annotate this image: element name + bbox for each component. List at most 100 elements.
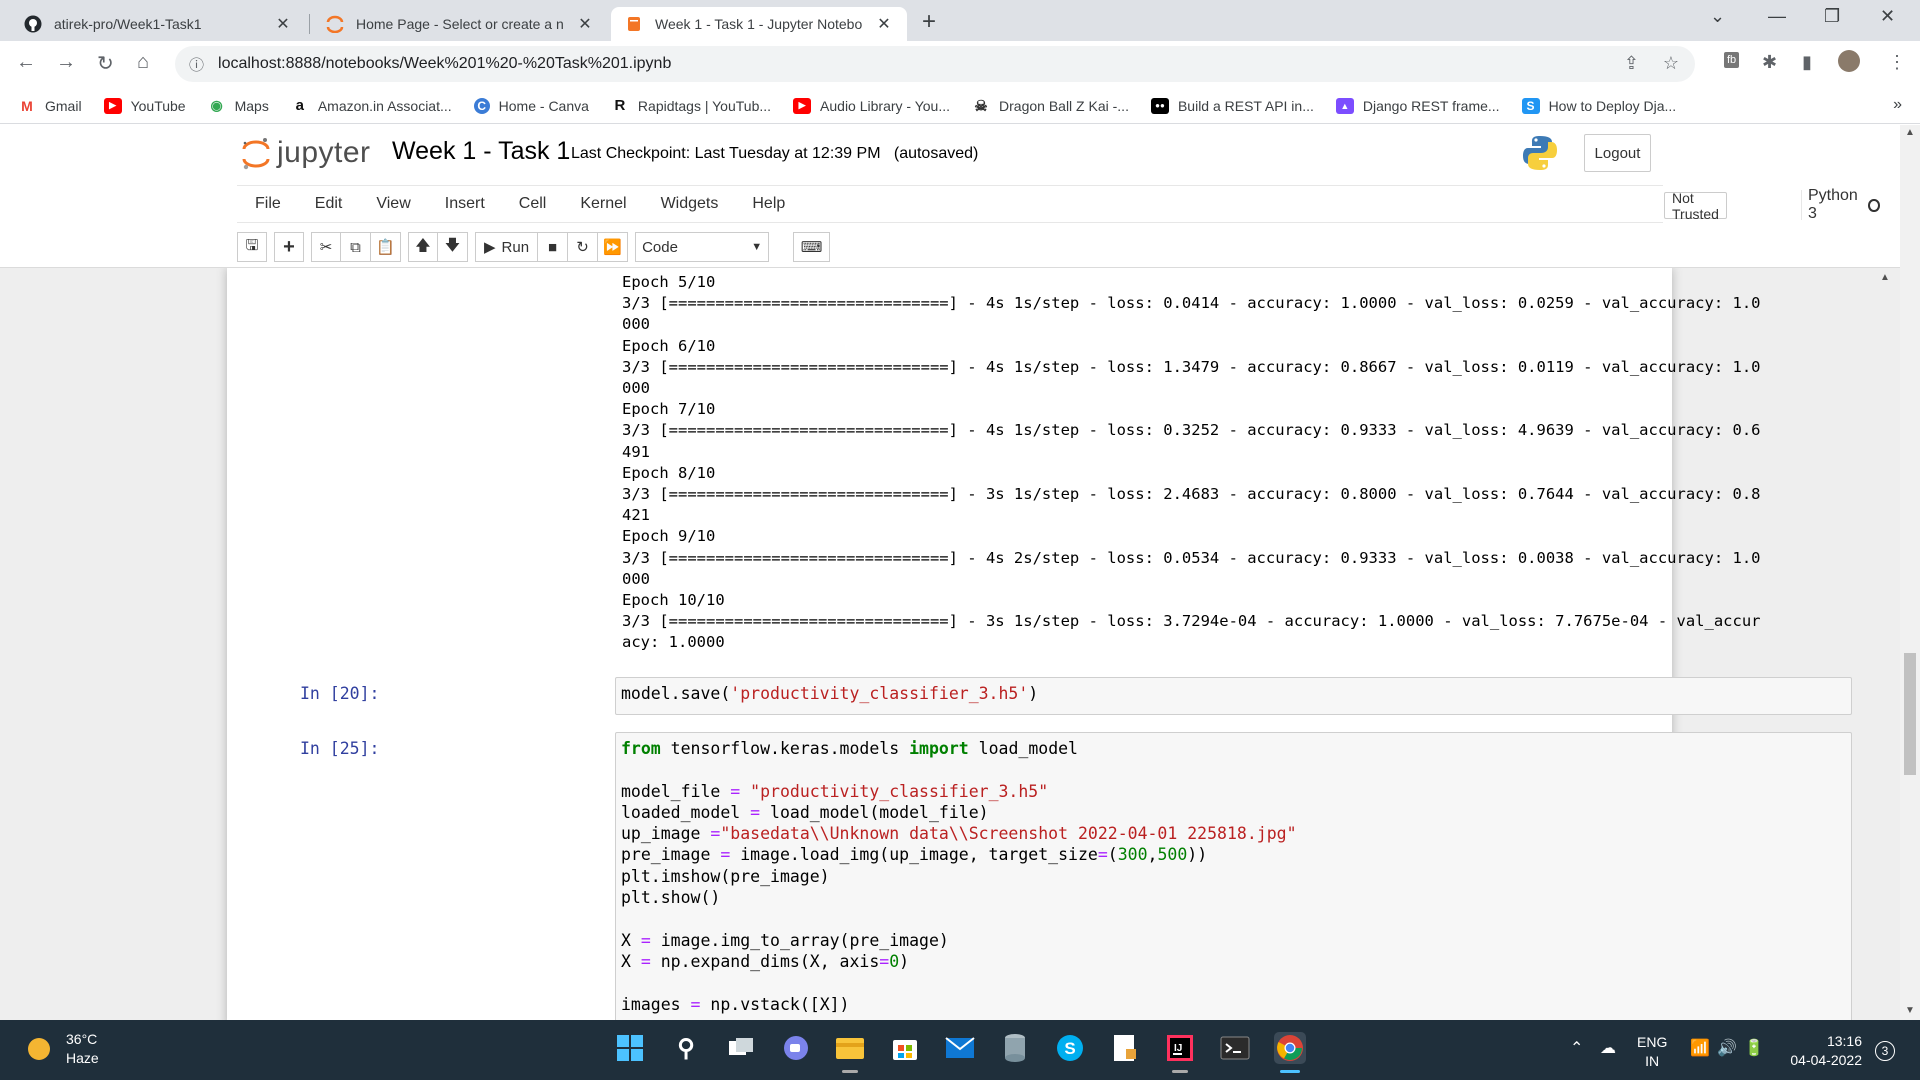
skype-icon[interactable]: S	[1054, 1032, 1086, 1064]
back-icon[interactable]: ←	[16, 51, 36, 74]
menu-cell[interactable]: Cell	[504, 195, 562, 213]
home-icon[interactable]: ⌂	[137, 51, 149, 74]
reload-icon[interactable]: ↻	[97, 51, 114, 76]
language-indicator[interactable]: ENG IN	[1637, 1033, 1667, 1071]
info-icon[interactable]: ⓘ	[189, 54, 204, 75]
bookmark-canva[interactable]: C Home - Canva	[473, 97, 589, 114]
file-explorer-icon[interactable]	[834, 1032, 866, 1073]
menu-view[interactable]: View	[361, 195, 425, 213]
logout-button[interactable]: Logout	[1584, 134, 1651, 172]
close-icon[interactable]: ✕	[875, 14, 893, 34]
bookmark-maps[interactable]: ◉ Maps	[208, 97, 268, 114]
output-line: 000	[622, 379, 650, 398]
save-icon[interactable]: 🖫	[237, 232, 267, 262]
onedrive-icon[interactable]: ☁	[1600, 1038, 1616, 1058]
notebook-scroll-up-icon[interactable]: ▲	[1880, 272, 1890, 283]
cut-icon[interactable]: ✂	[311, 232, 341, 262]
notebook-title[interactable]: Week 1 - Task 1	[392, 137, 570, 166]
show-hidden-icons-icon[interactable]: ⌃	[1570, 1038, 1583, 1058]
output-line: Epoch 6/10	[622, 336, 716, 355]
start-icon[interactable]	[614, 1032, 646, 1064]
menu-insert[interactable]: Insert	[430, 195, 500, 213]
paste-icon[interactable]: 📋	[371, 232, 401, 262]
task-view-icon[interactable]	[725, 1032, 757, 1064]
notepad-icon[interactable]	[1109, 1032, 1141, 1064]
bookmark-rapidtags[interactable]: R Rapidtags | YouTub...	[611, 97, 772, 114]
new-tab-button[interactable]: +	[922, 8, 936, 36]
bookmarks-bar: M Gmail ▶ YouTube ◉ Maps a Amazon.in Associa…	[0, 88, 1920, 124]
menu-widgets[interactable]: Widgets	[646, 195, 734, 213]
close-icon[interactable]: ✕	[576, 14, 594, 34]
bookmark-django[interactable]: ▲ Django REST frame...	[1335, 97, 1500, 114]
move-up-icon[interactable]: 🡅	[408, 232, 438, 262]
terminal-icon[interactable]	[1219, 1032, 1251, 1064]
bookmark-audio-library[interactable]: ▶ Audio Library - You...	[793, 97, 950, 114]
move-down-icon[interactable]: 🡇	[438, 232, 468, 262]
volume-icon[interactable]: 🔊	[1717, 1038, 1737, 1058]
menu-help[interactable]: Help	[737, 195, 800, 213]
chrome-icon[interactable]	[1274, 1032, 1306, 1073]
restore-icon[interactable]: ❐	[1824, 6, 1840, 27]
copy-icon[interactable]: ⧉	[341, 232, 371, 262]
battery-icon[interactable]: 🔋	[1744, 1038, 1764, 1058]
restart-icon[interactable]: ↻	[568, 232, 599, 262]
window-close-icon[interactable]: ✕	[1880, 6, 1895, 27]
insert-cell-icon[interactable]: +	[274, 232, 304, 262]
share-icon[interactable]: ⇪	[1624, 53, 1639, 74]
scrollbar-thumb[interactable]	[1904, 653, 1916, 775]
python-logo-icon	[1523, 136, 1557, 170]
page-scrollbar[interactable]: ▲ ▼	[1900, 125, 1920, 1020]
avatar[interactable]	[1838, 50, 1860, 72]
scroll-down-arrow-icon[interactable]: ▼	[1905, 1005, 1915, 1016]
bookmark-deploy[interactable]: S How to Deploy Dja...	[1521, 97, 1676, 114]
wifi-icon[interactable]: 📶	[1690, 1038, 1710, 1058]
forward-icon[interactable]: →	[56, 51, 76, 74]
bookmarks-overflow[interactable]: »	[1893, 96, 1902, 114]
notification-badge[interactable]: 3	[1875, 1041, 1895, 1061]
puzzle-icon[interactable]: ✱	[1762, 52, 1777, 73]
mail-icon[interactable]	[944, 1032, 976, 1064]
tab-search-icon[interactable]: ⌄	[1710, 6, 1725, 27]
github-icon	[24, 15, 42, 33]
output-line: Epoch 10/10	[622, 591, 725, 610]
store-icon[interactable]	[889, 1032, 921, 1064]
cell-25-input[interactable]: from tensorflow.keras.models import load…	[615, 732, 1852, 1020]
checkpoint-status: Last Checkpoint: Last Tuesday at 12:39 P…	[571, 145, 979, 162]
menu-file[interactable]: File	[237, 195, 296, 213]
menu-icon[interactable]: ⋮	[1888, 52, 1906, 73]
clock[interactable]: 13:16 04-04-2022	[1782, 1032, 1862, 1070]
bookmark-gmail[interactable]: M Gmail	[18, 98, 81, 114]
address-bar[interactable]: ⓘ localhost:8888/notebooks/Week%201%20-%…	[175, 46, 1695, 82]
menu-kernel[interactable]: Kernel	[565, 195, 641, 213]
bookmark-rest-api[interactable]: ●● Build a REST API in...	[1150, 97, 1314, 114]
intellij-icon[interactable]: IJ	[1164, 1032, 1196, 1073]
close-icon[interactable]: ✕	[274, 14, 292, 34]
not-trusted-badge[interactable]: Not Trusted	[1664, 190, 1727, 222]
database-icon[interactable]	[999, 1032, 1031, 1064]
scroll-up-arrow-icon[interactable]: ▲	[1905, 127, 1915, 138]
cell-20-input[interactable]: model.save('productivity_classifier_3.h5…	[615, 677, 1852, 715]
bookmark-youtube[interactable]: ▶ YouTube	[103, 97, 186, 114]
bookmark-dragon-ball[interactable]: ☠ Dragon Ball Z Kai -...	[972, 98, 1129, 115]
extension-icon[interactable]: fb	[1724, 52, 1740, 68]
minimize-icon[interactable]: —	[1768, 6, 1786, 27]
keyboard-icon[interactable]: ⌨	[793, 232, 831, 262]
cell-type-select[interactable]: Code ▼	[635, 232, 770, 262]
sidepanel-icon[interactable]: ▮	[1802, 52, 1812, 73]
teams-chat-icon[interactable]	[780, 1032, 812, 1064]
bookmark-star-icon[interactable]: ☆	[1663, 53, 1679, 74]
run-button[interactable]: ▶ Run	[475, 232, 539, 262]
tab-notebook[interactable]: Week 1 - Task 1 - Jupyter Notebo ✕	[611, 7, 907, 41]
bookmark-amazon[interactable]: a Amazon.in Associat...	[291, 97, 452, 114]
notebook-area[interactable]: Epoch 5/10 3/3 [=========================…	[0, 268, 1900, 1020]
stop-icon[interactable]: ■	[538, 232, 569, 262]
menu-edit[interactable]: Edit	[300, 195, 358, 213]
search-icon[interactable]: ⚲	[670, 1032, 702, 1064]
fast-forward-icon[interactable]: ⏩	[598, 232, 629, 262]
weather-widget[interactable]: 36°C Haze	[28, 1030, 99, 1068]
output-line: 3/3 [==============================] - 4…	[622, 357, 1761, 376]
browser-toolbar: ← → ↻ ⌂ ⓘ localhost:8888/notebooks/Week%…	[0, 41, 1920, 88]
tab-github[interactable]: atirek-pro/Week1-Task1 ✕	[10, 7, 306, 41]
jupyter-logo[interactable]: jupyter	[241, 135, 371, 171]
tab-home-page[interactable]: Home Page - Select or create a n ✕	[312, 7, 608, 41]
